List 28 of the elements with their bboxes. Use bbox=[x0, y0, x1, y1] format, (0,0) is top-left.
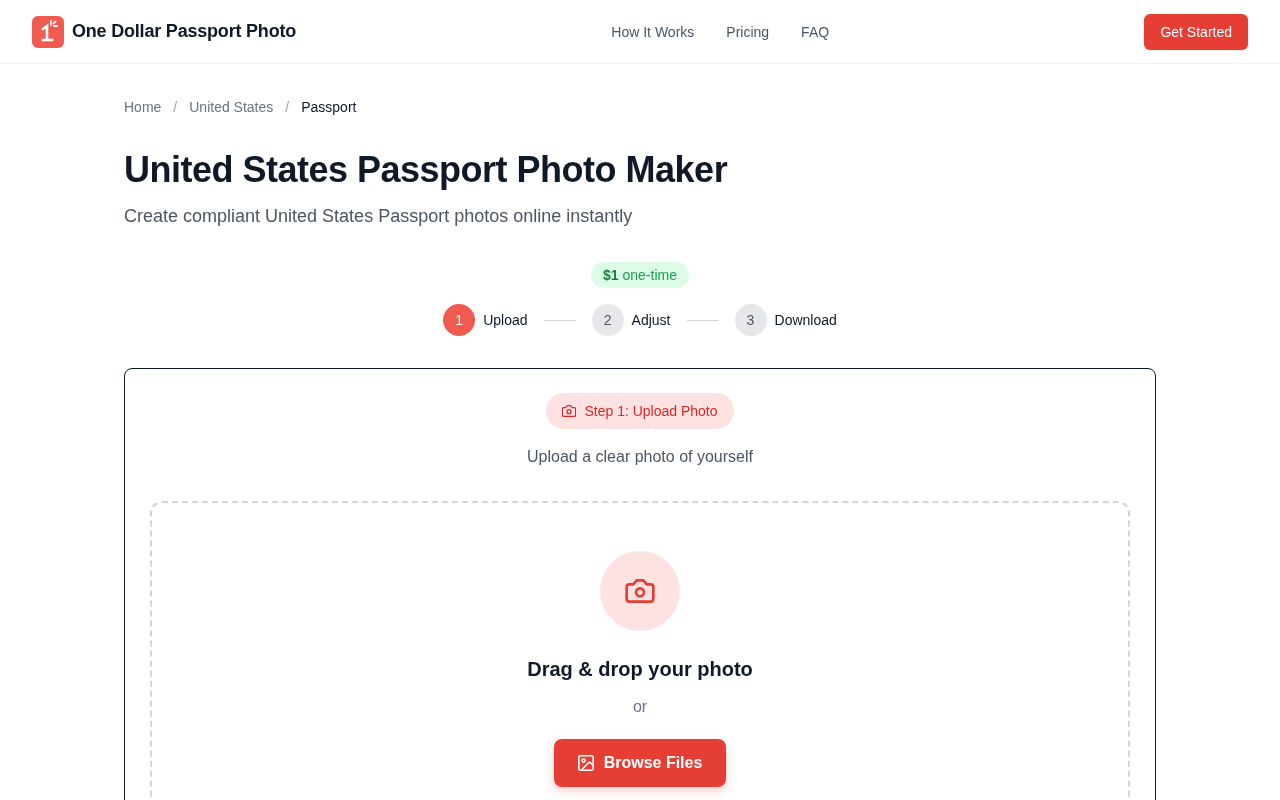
nav-link[interactable]: How It Works bbox=[611, 23, 695, 40]
step-label: Download bbox=[774, 312, 837, 328]
step-number: 1 bbox=[443, 304, 476, 336]
camera-icon bbox=[562, 405, 577, 417]
logo-icon[interactable] bbox=[32, 15, 64, 48]
step-number: 2 bbox=[591, 304, 624, 336]
breadcrumb-link[interactable]: Home bbox=[124, 97, 162, 117]
step-label: Upload bbox=[483, 312, 528, 328]
nav-link[interactable]: Pricing bbox=[726, 23, 770, 40]
nav-link[interactable]: FAQ bbox=[801, 23, 830, 40]
breadcrumb-link[interactable]: United States bbox=[189, 97, 274, 117]
step-pill-label: Step 1: Upload Photo bbox=[584, 403, 718, 419]
browse-files-button[interactable]: Browse Files bbox=[553, 739, 727, 787]
upload-instruction: Upload a clear photo of yourself bbox=[526, 447, 754, 467]
step-label: Adjust bbox=[631, 312, 671, 328]
page-subtitle: Create compliant United States Passport photos online instantly bbox=[124, 205, 634, 228]
breadcrumb-separator: / bbox=[173, 98, 178, 117]
or-text: or bbox=[632, 697, 648, 717]
brand-name[interactable]: One Dollar Passport Photo bbox=[72, 21, 297, 42]
get-started-button[interactable]: Get Started bbox=[1144, 13, 1248, 50]
image-icon bbox=[577, 755, 594, 771]
step-number: 3 bbox=[734, 304, 767, 336]
drop-heading: Drag & drop your photo bbox=[527, 657, 753, 682]
camera-icon bbox=[600, 551, 680, 631]
breadcrumb-current[interactable]: Passport bbox=[301, 97, 357, 117]
breadcrumb-separator: / bbox=[285, 98, 290, 117]
page-title: United States Passport Photo Maker bbox=[124, 150, 729, 190]
price-badge: $1 one-time bbox=[591, 262, 689, 288]
